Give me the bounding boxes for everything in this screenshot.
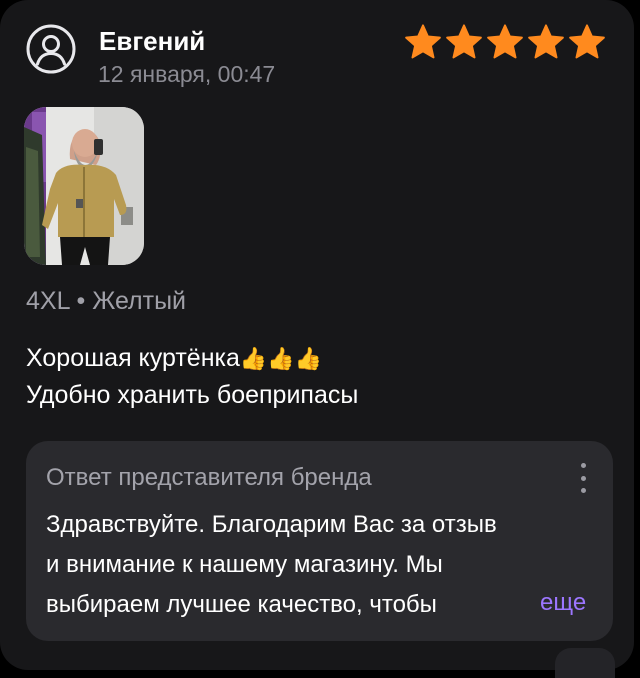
review-card: Евгений 12 января, 00:47 4XL • Желтый Хо… — [0, 0, 634, 678]
star-icon — [446, 24, 482, 59]
star-icon — [569, 24, 605, 59]
review-line: Удобно хранить боеприпасы — [26, 381, 359, 409]
thumbs-up-emoji: 👍👍👍 — [239, 346, 323, 371]
review-photo[interactable] — [24, 107, 144, 265]
author-name: Евгений — [99, 26, 206, 56]
brand-reply-text: Здравствуйте. Благодарим Вас за отзыв и … — [46, 505, 586, 625]
reply-line: Здравствуйте. Благодарим Вас за отзыв — [46, 511, 497, 538]
more-options-icon[interactable] — [574, 461, 592, 495]
star-icon — [405, 24, 441, 59]
reply-line: выбираем лучшее качество, чтобы — [46, 591, 437, 618]
review-date: 12 января, 00:47 — [98, 61, 276, 87]
rating-stars — [404, 23, 606, 61]
review-text: Хорошая куртёнка👍👍👍 Удобно хранить боепр… — [26, 340, 616, 413]
star-icon — [528, 24, 564, 59]
star-icon — [487, 24, 523, 59]
show-more-link[interactable]: еще — [540, 588, 586, 618]
next-element-edge — [555, 648, 615, 678]
reply-line: и внимание к нашему магазину. Мы — [46, 551, 443, 578]
brand-reply-box: Ответ представителя бренда Здравствуйте.… — [26, 441, 613, 641]
product-variant: 4XL • Желтый — [26, 287, 187, 315]
review-line: Хорошая куртёнка👍👍👍 — [26, 344, 323, 372]
user-avatar-icon — [26, 24, 76, 74]
brand-reply-title: Ответ представителя бренда — [46, 464, 372, 491]
